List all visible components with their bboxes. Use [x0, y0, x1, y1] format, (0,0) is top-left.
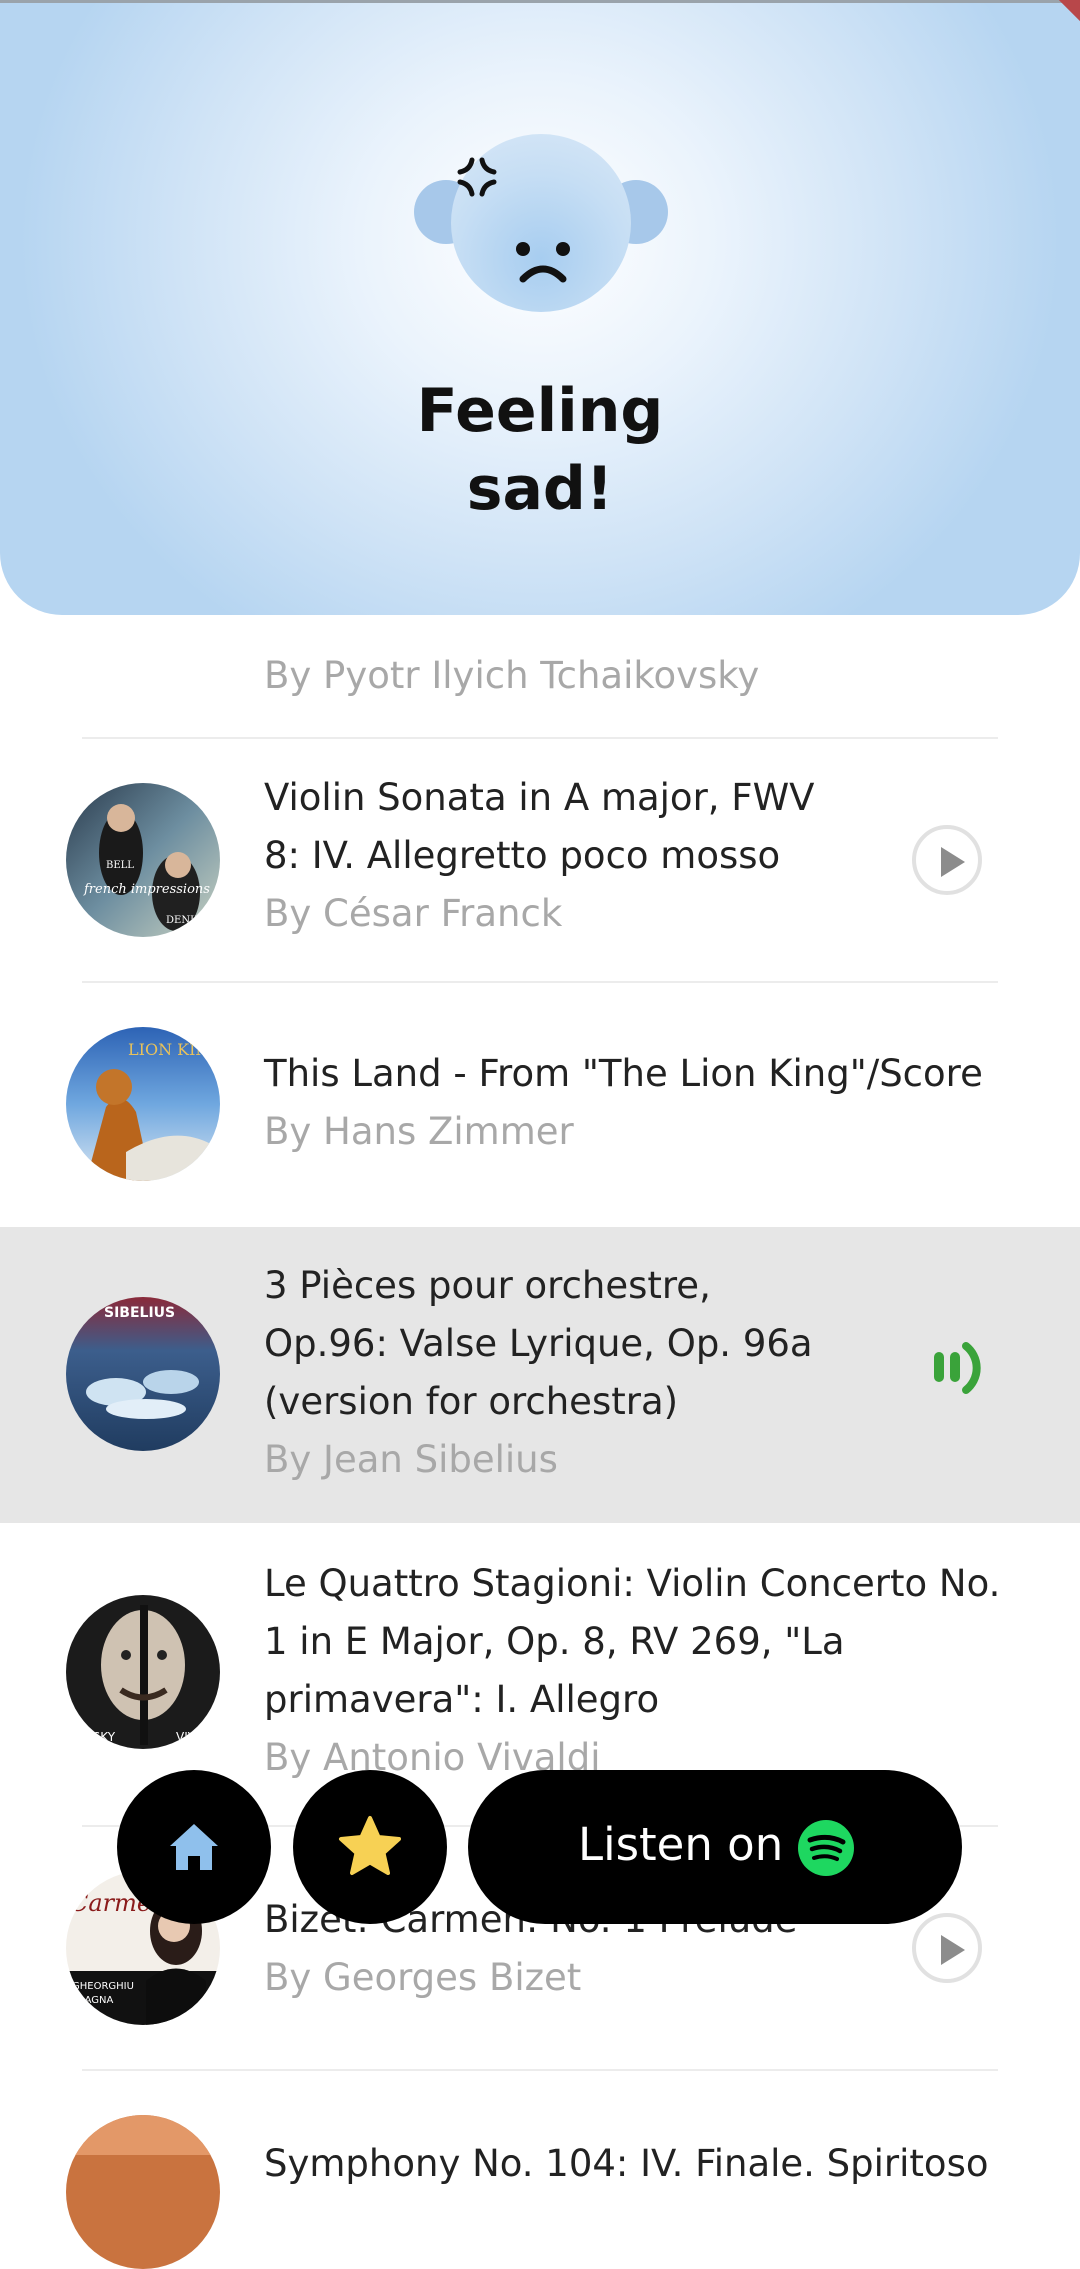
debug-banner: [1043, 0, 1080, 34]
home-icon: [170, 1824, 218, 1870]
status-line: [0, 0, 1080, 3]
svg-text:SIBELIUS: SIBELIUS: [104, 1305, 175, 1321]
svg-text:LION KING: LION KING: [128, 1040, 220, 1059]
listen-on-spotify-button[interactable]: Listen on: [468, 1770, 962, 1924]
mood-title-line1: Feeling: [416, 376, 664, 446]
svg-text:GHEORGHIU: GHEORGHIU: [72, 1981, 134, 1992]
track-row[interactable]: By Pyotr Ilyich Tchaikovsky: [0, 615, 1080, 737]
mood-header: Feeling sad!: [0, 0, 1080, 615]
mood-title-line2: sad!: [466, 454, 614, 524]
listen-label: Listen on: [578, 1818, 784, 1871]
svg-text:KOVSKY: KOVSKY: [68, 1730, 116, 1744]
svg-text:DENK: DENK: [166, 915, 198, 926]
svg-text:french impressions: french impressions: [83, 882, 210, 897]
sad-face-icon: [414, 130, 668, 320]
track-row[interactable]: Symphony No. 104: IV. Finale. Spiritoso: [0, 2071, 1080, 2269]
track-artist: By Hans Zimmer: [264, 1110, 574, 1153]
album-art: SIBELIUS: [66, 1297, 220, 1451]
art-text: BELL: [106, 860, 134, 871]
home-button[interactable]: [117, 1770, 271, 1924]
svg-text:VIV: VIV: [176, 1730, 197, 1744]
track-title-line: (version for orchestra): [264, 1380, 679, 1423]
face-features: [516, 242, 570, 283]
track-title-line: 1 in E Major, Op. 8, RV 269, "La: [264, 1620, 845, 1663]
spotify-icon: [798, 1820, 854, 1876]
track-row-active[interactable]: SIBELIUS 3 Pièces pour orchestre, Op.96:…: [0, 1227, 1080, 1523]
track-title-line: This Land - From "The Lion King"/Score: [264, 1052, 983, 1095]
track-title-line: Le Quattro Stagioni: Violin Concerto No.: [264, 1562, 1001, 1605]
track-text: This Land - From "The Lion King"/Score B…: [264, 1045, 1034, 1161]
track-row[interactable]: LION KING This Land - From "The Lion Kin…: [0, 983, 1080, 1225]
track-text: 3 Pièces pour orchestre, Op.96: Valse Ly…: [264, 1257, 1034, 1489]
track-artist: By Jean Sibelius: [264, 1438, 558, 1481]
track-title-line: Symphony No. 104: IV. Finale. Spiritoso: [264, 2142, 989, 2185]
play-button[interactable]: [912, 1913, 982, 1983]
star-icon: [339, 1816, 401, 1875]
album-art: LION KING: [66, 1027, 220, 1181]
track-artist: By César Franck: [264, 892, 563, 935]
album-art: BELL french impressions DENK: [66, 783, 220, 937]
track-title-line: primavera": I. Allegro: [264, 1678, 660, 1721]
track-artist: By Pyotr Ilyich Tchaikovsky: [264, 654, 760, 697]
play-button[interactable]: [912, 825, 982, 895]
track-title-line: Violin Sonata in A major, FWV: [264, 776, 815, 819]
track-title-line: 3 Pièces pour orchestre,: [264, 1264, 711, 1307]
track-title-line: Op.96: Valse Lyrique, Op. 96a: [264, 1322, 813, 1365]
track-text: By Pyotr Ilyich Tchaikovsky: [264, 647, 1034, 705]
now-playing-icon[interactable]: [930, 1340, 1000, 1410]
track-text: Symphony No. 104: IV. Finale. Spiritoso: [264, 2135, 1034, 2193]
album-art: KOVSKY VIV: [66, 1595, 220, 1749]
track-row[interactable]: BELL french impressions DENK Violin Sona…: [0, 739, 1080, 981]
album-art: [66, 2115, 220, 2269]
track-text: Le Quattro Stagioni: Violin Concerto No.…: [264, 1555, 1034, 1787]
favorites-button[interactable]: [293, 1770, 447, 1924]
svg-text:ALAGNA: ALAGNA: [72, 1995, 114, 2006]
